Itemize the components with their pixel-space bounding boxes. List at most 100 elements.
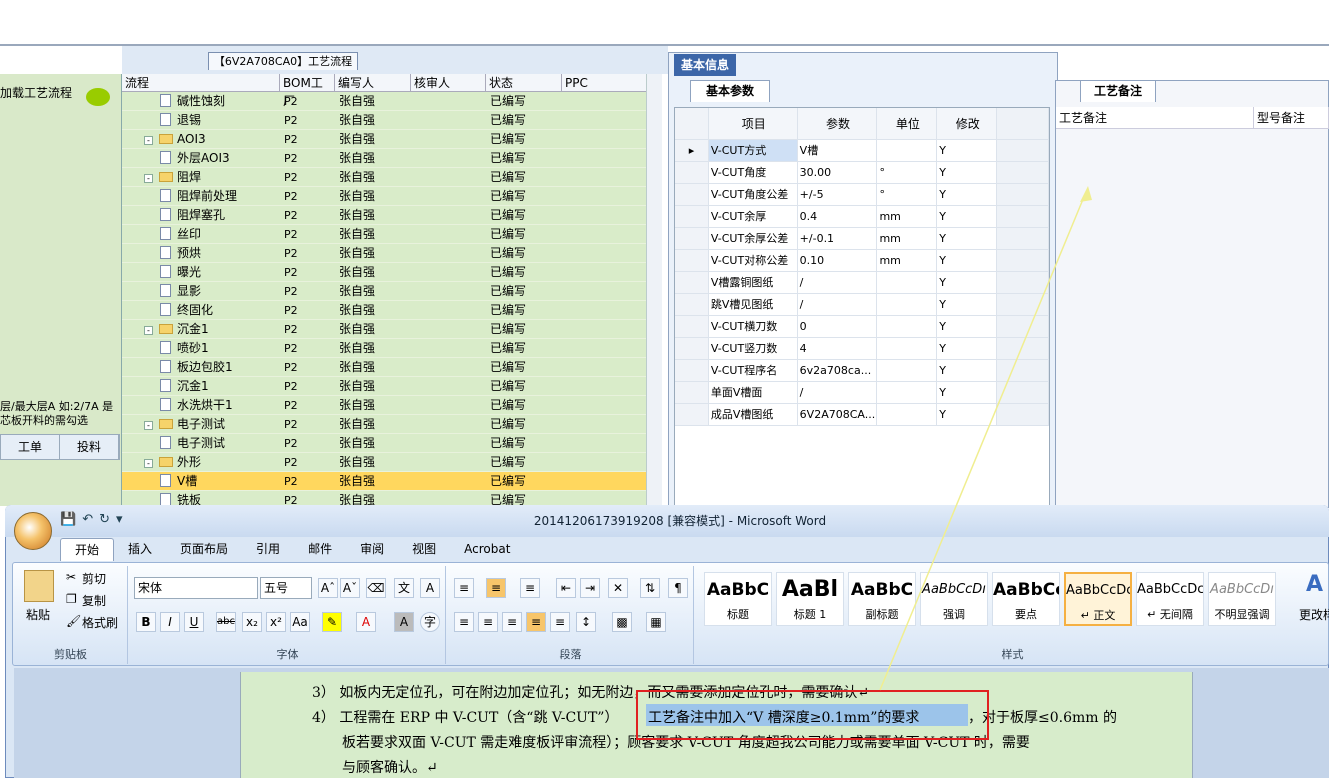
tree-row[interactable]: 曝光 P2 张自强 已编写 bbox=[122, 263, 662, 282]
col-process[interactable]: 流程 bbox=[122, 74, 280, 91]
param-row[interactable]: 成品V槽图纸 6V2A708CA... Y bbox=[675, 404, 1049, 426]
align-center-icon[interactable]: ≡ bbox=[478, 612, 498, 632]
col-author[interactable]: 编写人 bbox=[335, 74, 411, 91]
col-param[interactable]: 参数 bbox=[798, 108, 878, 139]
shading-icon[interactable]: ▩ bbox=[612, 612, 632, 632]
col-process-notes[interactable]: 工艺备注 bbox=[1056, 107, 1254, 128]
tab-base-params[interactable]: 基本参数 bbox=[690, 80, 770, 102]
style-item[interactable]: AaBbCcDc ↵ 无间隔 bbox=[1136, 572, 1204, 626]
save-icon[interactable]: 💾 bbox=[60, 512, 76, 527]
col-item[interactable]: 项目 bbox=[709, 108, 798, 139]
clear-format-icon[interactable]: ⌫ bbox=[366, 578, 386, 598]
cut-icon[interactable]: ✂ bbox=[66, 570, 76, 584]
tab-mailings[interactable]: 邮件 bbox=[294, 538, 346, 561]
param-cell[interactable]: / bbox=[798, 294, 878, 315]
param-cell[interactable]: +/-0.1 bbox=[798, 228, 878, 249]
param-row[interactable]: V-CUT竖刀数 4 Y bbox=[675, 338, 1049, 360]
tree-row[interactable]: - 阻焊 P2 张自强 已编写 bbox=[122, 168, 662, 187]
col-status[interactable]: 状态 bbox=[486, 74, 562, 91]
param-cell[interactable]: 6V2A708CA... bbox=[798, 404, 878, 425]
style-item[interactable]: AaBbC 标题 bbox=[704, 572, 772, 626]
tab-feed[interactable]: 投料 bbox=[60, 435, 119, 459]
style-item[interactable]: AaBbC 副标题 bbox=[848, 572, 916, 626]
strikethrough-icon[interactable]: abc bbox=[216, 612, 236, 632]
multilevel-icon[interactable]: ≡ bbox=[520, 578, 540, 598]
tab-base-info[interactable]: 基本信息 bbox=[674, 54, 736, 76]
tree-row[interactable]: 电子测试 P2 张自强 已编写 bbox=[122, 434, 662, 453]
qat-dropdown-icon[interactable]: ▾ bbox=[116, 512, 123, 527]
tree-row[interactable]: 铣板 P2 张自强 已编写 bbox=[122, 491, 662, 506]
format-painter-button[interactable]: 格式刷 bbox=[82, 614, 118, 631]
underline-icon[interactable]: U bbox=[184, 612, 204, 632]
cut-button[interactable]: 剪切 bbox=[82, 570, 106, 587]
collapse-toggle-icon[interactable]: - bbox=[144, 459, 153, 468]
tree-row[interactable]: 终固化 P2 张自强 已编写 bbox=[122, 301, 662, 320]
process-title-tab[interactable]: 【6V2A708CA0】工艺流程 bbox=[208, 52, 358, 70]
italic-icon[interactable]: I bbox=[160, 612, 180, 632]
tree-row[interactable]: 预烘 P2 张自强 已编写 bbox=[122, 244, 662, 263]
tree-row[interactable]: 水洗烘干1 P2 张自强 已编写 bbox=[122, 396, 662, 415]
bold-icon[interactable]: B bbox=[136, 612, 156, 632]
style-item[interactable]: AaBbCcD 要点 bbox=[992, 572, 1060, 626]
grow-font-icon[interactable]: Aˆ bbox=[318, 578, 338, 598]
param-row[interactable]: V-CUT程序名 6v2a708ca... Y bbox=[675, 360, 1049, 382]
font-color-icon[interactable]: A bbox=[356, 612, 376, 632]
param-cell[interactable]: 0 bbox=[798, 316, 878, 337]
param-cell[interactable]: 6v2a708ca... bbox=[798, 360, 878, 381]
param-cell[interactable]: 4 bbox=[798, 338, 878, 359]
shrink-font-icon[interactable]: Aˇ bbox=[340, 578, 360, 598]
tree-row[interactable]: 丝印 P2 张自强 已编写 bbox=[122, 225, 662, 244]
col-model-notes[interactable]: 型号备注 bbox=[1254, 107, 1329, 128]
char-border-icon[interactable]: A bbox=[420, 578, 440, 598]
tab-insert[interactable]: 插入 bbox=[114, 538, 166, 561]
param-row[interactable]: V-CUT余厚公差 +/-0.1 mm Y bbox=[675, 228, 1049, 250]
tab-layout[interactable]: 页面布局 bbox=[166, 538, 242, 561]
style-item[interactable]: AaBl 标题 1 bbox=[776, 572, 844, 626]
tree-row[interactable]: 阻焊前处理 P2 张自强 已编写 bbox=[122, 187, 662, 206]
align-left-icon[interactable]: ≡ bbox=[454, 612, 474, 632]
superscript-icon[interactable]: x² bbox=[266, 612, 286, 632]
col-reviewer[interactable]: 核审人 bbox=[411, 74, 486, 91]
show-marks-icon[interactable]: ¶ bbox=[668, 578, 688, 598]
justify-icon[interactable]: ≡ bbox=[526, 612, 546, 632]
subscript-icon[interactable]: x₂ bbox=[242, 612, 262, 632]
param-cell[interactable]: +/-5 bbox=[798, 184, 878, 205]
tree-row[interactable]: - 外形 P2 张自强 已编写 bbox=[122, 453, 662, 472]
paste-button[interactable]: 粘贴 bbox=[26, 606, 50, 623]
font-name-select[interactable]: 宋体 bbox=[134, 577, 258, 599]
col-bom[interactable]: BOM工厂 bbox=[280, 74, 335, 108]
param-row[interactable]: V-CUT对称公差 0.10 mm Y bbox=[675, 250, 1049, 272]
tab-process-notes[interactable]: 工艺备注 bbox=[1080, 80, 1156, 102]
numbering-icon[interactable]: ≡ bbox=[486, 578, 506, 598]
align-right-icon[interactable]: ≡ bbox=[502, 612, 522, 632]
param-cell[interactable]: 0.10 bbox=[798, 250, 878, 271]
sort-icon[interactable]: ⇅ bbox=[640, 578, 660, 598]
tab-view[interactable]: 视图 bbox=[398, 538, 450, 561]
param-row[interactable]: V-CUT角度 30.00 ° Y bbox=[675, 162, 1049, 184]
tree-row[interactable]: 显影 P2 张自强 已编写 bbox=[122, 282, 662, 301]
increase-indent-icon[interactable]: ⇥ bbox=[580, 578, 600, 598]
borders-icon[interactable]: ▦ bbox=[646, 612, 666, 632]
change-styles-icon[interactable]: A bbox=[1306, 572, 1323, 597]
param-cell[interactable]: V槽 bbox=[798, 140, 878, 161]
load-process-label[interactable]: 加载工艺流程 bbox=[0, 84, 72, 101]
style-item[interactable]: AaBbCcDı 不明显强调 bbox=[1208, 572, 1276, 626]
comment-bubble-icon[interactable] bbox=[86, 88, 110, 106]
tree-row[interactable]: 沉金1 P2 张自强 已编写 bbox=[122, 377, 662, 396]
font-size-select[interactable]: 五号 bbox=[260, 577, 312, 599]
paste-icon[interactable] bbox=[24, 570, 54, 602]
copy-icon[interactable]: ❐ bbox=[66, 592, 77, 606]
param-row[interactable]: ▸ V-CUT方式 V槽 Y bbox=[675, 140, 1049, 162]
decrease-indent-icon[interactable]: ⇤ bbox=[556, 578, 576, 598]
distribute-icon[interactable]: ≡ bbox=[550, 612, 570, 632]
undo-icon[interactable]: ↶ bbox=[82, 512, 93, 527]
redo-icon[interactable]: ↻ bbox=[99, 512, 110, 527]
change-case-icon[interactable]: Aa bbox=[290, 612, 310, 632]
param-row[interactable]: V-CUT横刀数 0 Y bbox=[675, 316, 1049, 338]
copy-button[interactable]: 复制 bbox=[82, 592, 106, 609]
tab-acrobat[interactable]: Acrobat bbox=[450, 538, 524, 561]
tree-row[interactable]: V槽 P2 张自强 已编写 bbox=[122, 472, 662, 491]
tree-row[interactable]: 阻焊塞孔 P2 张自强 已编写 bbox=[122, 206, 662, 225]
office-button-icon[interactable] bbox=[14, 512, 52, 550]
tab-home[interactable]: 开始 bbox=[60, 538, 115, 561]
